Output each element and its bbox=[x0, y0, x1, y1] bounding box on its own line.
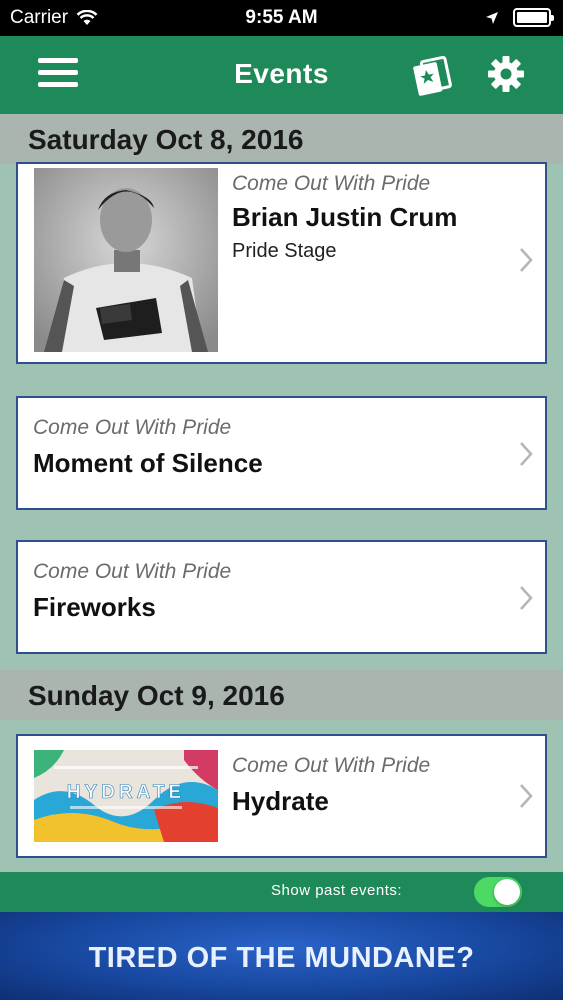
settings-button[interactable] bbox=[486, 54, 526, 94]
page-title: Events bbox=[234, 58, 329, 89]
toggle-knob bbox=[494, 879, 520, 905]
status-time: 9:55 AM bbox=[245, 7, 318, 28]
event-name: Brian Justin Crum bbox=[232, 202, 458, 232]
ticket-icon bbox=[413, 55, 452, 96]
event-card-brian-justin-crum[interactable]: Come Out With Pride Brian Justin Crum Pr… bbox=[16, 162, 547, 364]
chevron-right-icon bbox=[520, 442, 533, 466]
ad-banner[interactable]: TIRED OF THE MUNDANE? bbox=[0, 912, 563, 1000]
chevron-right-icon bbox=[520, 248, 533, 272]
poster-title: HYDRATE bbox=[67, 782, 185, 803]
past-events-toggle[interactable] bbox=[474, 877, 522, 907]
event-name: Hydrate bbox=[232, 786, 329, 816]
status-bar: Carrier 9:55 AM bbox=[0, 0, 563, 36]
event-category: Come Out With Pride bbox=[232, 172, 431, 195]
event-category: Come Out With Pride bbox=[33, 560, 232, 583]
status-right bbox=[485, 8, 554, 27]
past-events-bar: Show past events: bbox=[0, 872, 563, 912]
event-name: Fireworks bbox=[33, 592, 156, 622]
gear-icon bbox=[488, 56, 524, 92]
event-card-fireworks[interactable]: Come Out With Pride Fireworks bbox=[16, 540, 547, 654]
battery-icon bbox=[513, 8, 554, 27]
event-name: Moment of Silence bbox=[33, 448, 263, 478]
tickets-button[interactable] bbox=[410, 54, 454, 96]
event-poster: HYDRATE bbox=[34, 750, 218, 842]
event-card-moment-of-silence[interactable]: Come Out With Pride Moment of Silence bbox=[16, 396, 547, 510]
event-category: Come Out With Pride bbox=[232, 754, 431, 777]
battery-fill bbox=[517, 12, 547, 23]
chevron-right-icon bbox=[520, 586, 533, 610]
event-card-hydrate[interactable]: HYDRATE Come Out With Pride Hydrate bbox=[16, 734, 547, 858]
event-stage: Pride Stage bbox=[232, 240, 337, 262]
section-header-saturday: Saturday Oct 8, 2016 bbox=[0, 114, 563, 164]
event-photo bbox=[34, 168, 218, 352]
event-category: Come Out With Pride bbox=[33, 416, 232, 439]
chevron-right-icon bbox=[520, 784, 533, 808]
location-arrow-icon bbox=[486, 11, 498, 24]
nav-bar: Events bbox=[0, 36, 563, 114]
past-events-label: Show past events: bbox=[271, 882, 403, 899]
ad-banner-text: TIRED OF THE MUNDANE? bbox=[88, 942, 475, 974]
section-header-sunday: Sunday Oct 9, 2016 bbox=[0, 670, 563, 720]
